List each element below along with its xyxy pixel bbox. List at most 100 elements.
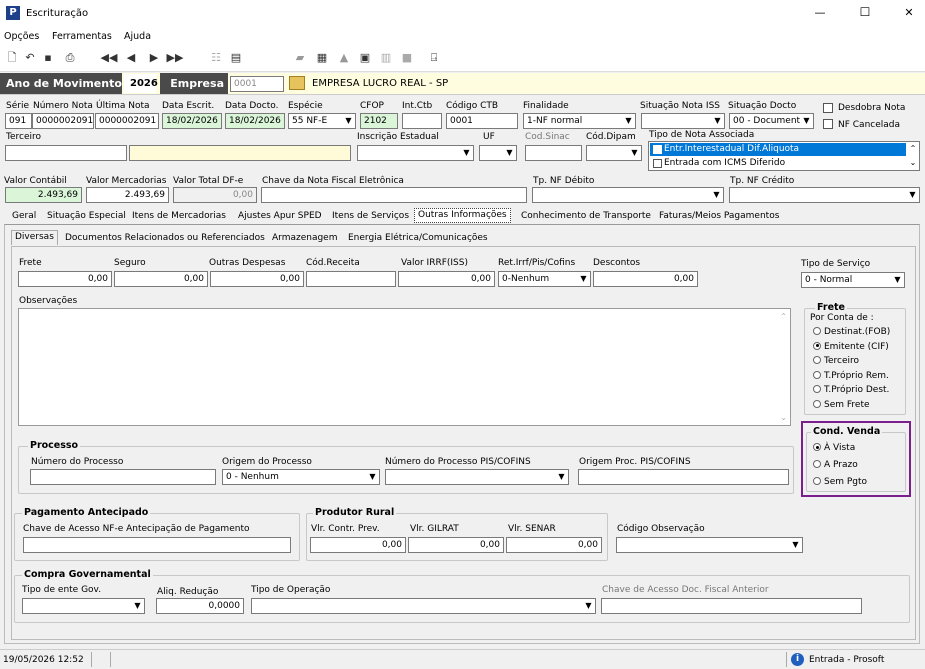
save-icon[interactable]: ▪: [40, 50, 56, 66]
subtab-energia[interactable]: Energia Elétrica/Comunicações: [345, 230, 491, 246]
chevron-down-icon[interactable]: ▼: [789, 538, 802, 552]
serie-field[interactable]: 091: [5, 113, 32, 129]
radio-circle-icon[interactable]: [813, 399, 821, 408]
tipo-servico-select[interactable]: 0 - Normal ▼: [801, 272, 905, 288]
situacao-docto-select[interactable]: 00 - Document ▼: [729, 113, 814, 129]
calculator-icon[interactable]: ▦: [314, 50, 330, 66]
origem-proc-pis-field[interactable]: [578, 469, 789, 485]
menu-opcoes[interactable]: Opções: [4, 31, 39, 42]
print-preview-icon[interactable]: ⎙: [62, 50, 78, 66]
tipo-nota-option-2[interactable]: Entrada com ICMS Diferido: [650, 157, 906, 170]
nf-cancelada-checkbox[interactable]: [823, 119, 833, 129]
tab-situacao-especial[interactable]: Situação Especial: [44, 208, 129, 224]
cod-dipam-select[interactable]: ▼: [586, 145, 642, 161]
chevron-down-icon[interactable]: ▼: [891, 273, 904, 287]
valor-contabil-field[interactable]: 2.493,69: [5, 187, 82, 203]
cfop-field[interactable]: 2102: [360, 113, 398, 129]
data-docto-field[interactable]: 18/02/2026: [225, 113, 285, 129]
tab-conhecimento-transporte[interactable]: Conhecimento de Transporte: [518, 208, 654, 224]
senar-field[interactable]: 0,00: [506, 537, 602, 553]
tab-ajustes-apur-sped[interactable]: Ajustes Apur SPED: [235, 208, 325, 224]
book-icon[interactable]: ▥: [378, 50, 394, 66]
terceiro-code-field[interactable]: [5, 145, 127, 161]
chave-nfe-field[interactable]: [261, 187, 527, 203]
prev-record-icon[interactable]: ◀: [122, 50, 140, 66]
descontos-field[interactable]: 0,00: [593, 271, 698, 287]
minimize-button[interactable]: —: [810, 6, 830, 19]
menu-ferramentas[interactable]: Ferramentas: [52, 31, 112, 42]
radio-circle-icon[interactable]: [813, 443, 821, 451]
gilrat-field[interactable]: 0,00: [408, 537, 504, 553]
maximize-button[interactable]: ☐: [855, 5, 875, 19]
cod-receita-field[interactable]: [306, 271, 396, 287]
radio-circle-icon[interactable]: [813, 477, 821, 485]
inscricao-estadual-select[interactable]: ▼: [357, 145, 474, 161]
chevron-down-icon[interactable]: ▼: [582, 599, 595, 613]
valor-mercadorias-field[interactable]: 2.493,69: [86, 187, 169, 203]
tab-faturas[interactable]: Faturas/Meios Pagamentos: [656, 208, 782, 224]
tab-itens-servicos[interactable]: Itens de Serviços: [329, 208, 412, 224]
chevron-down-icon[interactable]: ▼: [555, 470, 568, 484]
ret-irrf-select[interactable]: 0-Nenhum ▼: [498, 271, 591, 287]
new-doc-icon[interactable]: 🗋: [4, 50, 20, 66]
chevron-down-icon[interactable]: ▼: [342, 114, 355, 128]
outras-despesas-field[interactable]: 0,00: [210, 271, 304, 287]
next-record-icon[interactable]: ▶: [145, 50, 163, 66]
finalidade-select[interactable]: 1-NF normal ▼: [523, 113, 636, 129]
aliq-reducao-field[interactable]: 0,0000: [156, 598, 244, 614]
undo-icon[interactable]: ↶: [22, 50, 38, 66]
frete-radio-5[interactable]: T.Próprio Dest.: [813, 385, 889, 395]
chevron-down-icon[interactable]: ▼: [503, 146, 516, 160]
close-button[interactable]: ✕: [899, 6, 919, 19]
chevron-down-icon[interactable]: ▼: [710, 188, 723, 202]
tp-nf-credito-select[interactable]: ▼: [729, 187, 920, 203]
radio-circle-icon[interactable]: [813, 356, 821, 364]
scroll-down-icon[interactable]: ⌄: [907, 158, 919, 167]
scroll-down-icon[interactable]: ⌄: [780, 413, 787, 422]
tab-itens-mercadorias[interactable]: Itens de Mercadorias: [129, 208, 229, 224]
frete-radio-3[interactable]: Terceiro: [813, 356, 859, 366]
uf-select[interactable]: ▼: [479, 145, 517, 161]
checkbox-icon[interactable]: [653, 159, 662, 168]
chave-anterior-field[interactable]: [601, 598, 862, 614]
chevron-down-icon[interactable]: ▼: [800, 114, 813, 128]
cond-venda-radio-1[interactable]: À Vista: [813, 443, 855, 453]
frete-radio-6[interactable]: Sem Frete: [813, 399, 870, 410]
menu-ajuda[interactable]: Ajuda: [124, 31, 151, 42]
subtab-armazenagem[interactable]: Armazenagem: [269, 230, 340, 246]
exit-icon[interactable]: ⍈: [426, 50, 442, 66]
frete-field[interactable]: 0,00: [18, 271, 112, 287]
situacao-iss-select[interactable]: ▼: [641, 113, 725, 129]
truck-icon[interactable]: ▰: [292, 50, 308, 66]
chevron-down-icon[interactable]: ▼: [131, 599, 144, 613]
radio-circle-icon[interactable]: [813, 341, 821, 350]
cond-venda-radio-2[interactable]: A Prazo: [813, 460, 858, 470]
first-record-icon[interactable]: ◀◀: [100, 50, 118, 66]
chevron-down-icon[interactable]: ▼: [628, 146, 641, 160]
radio-circle-icon[interactable]: [813, 460, 821, 468]
factory-icon[interactable]: ▲: [336, 50, 352, 66]
codigo-observacao-select[interactable]: ▼: [616, 537, 803, 553]
chevron-down-icon[interactable]: ▼: [906, 188, 919, 202]
chevron-down-icon[interactable]: ▼: [366, 470, 379, 484]
numero-processo-field[interactable]: [30, 469, 216, 485]
frete-radio-1[interactable]: Destinat.(FOB): [813, 327, 890, 337]
scroll-up-icon[interactable]: ⌃: [780, 312, 787, 321]
radio-circle-icon[interactable]: [813, 327, 821, 335]
tab-outras-informacoes[interactable]: Outras Informações: [414, 208, 511, 223]
chevron-down-icon[interactable]: ▼: [577, 272, 590, 286]
chave-antecipacao-field[interactable]: [23, 537, 291, 553]
observacoes-textarea[interactable]: ⌃ ⌄: [18, 308, 791, 426]
data-escrit-field[interactable]: 18/02/2026: [162, 113, 222, 129]
desdobra-checkbox[interactable]: [823, 103, 833, 113]
folder-open-icon[interactable]: [289, 76, 305, 90]
tipo-nota-list[interactable]: Entr.Interestadual Dif.Aliquota Entrada …: [648, 141, 920, 171]
chevron-down-icon[interactable]: ▼: [622, 114, 635, 128]
report-icon[interactable]: ▤: [228, 50, 244, 66]
tipo-operacao-select[interactable]: ▼: [251, 598, 596, 614]
chevron-down-icon[interactable]: ▼: [711, 114, 724, 128]
radio-circle-icon[interactable]: [813, 385, 821, 393]
contr-prev-field[interactable]: 0,00: [310, 537, 406, 553]
empresa-code[interactable]: 0001: [230, 76, 284, 92]
tipo-nota-option-1[interactable]: Entr.Interestadual Dif.Aliquota: [650, 143, 906, 156]
